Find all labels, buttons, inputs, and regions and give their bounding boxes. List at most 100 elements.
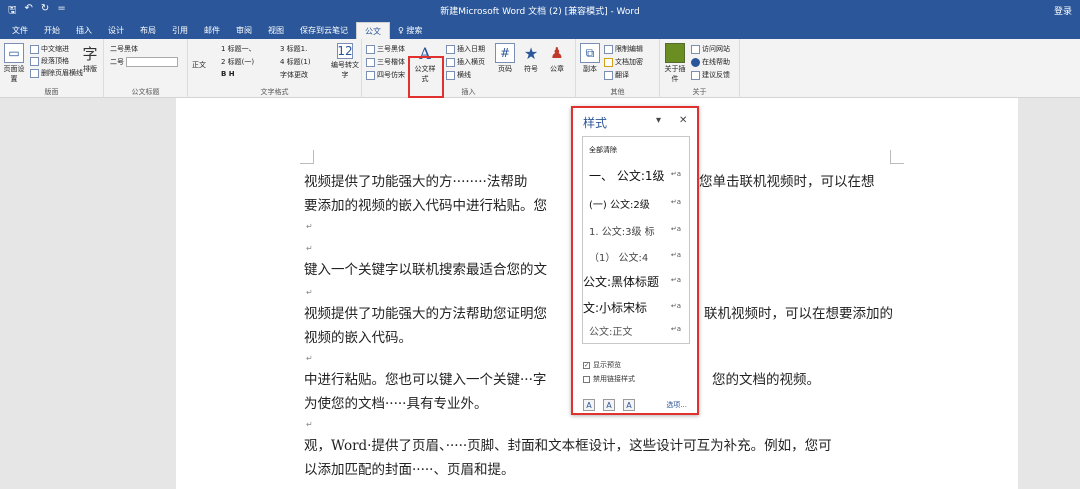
tab-design[interactable]: 设计 <box>100 22 132 39</box>
paragraph-mark: ↵ <box>306 420 313 429</box>
insert-date-button[interactable]: 插入日期 <box>446 44 485 54</box>
style-item-level2[interactable]: (一) 公文:2级 ↵a <box>583 196 689 211</box>
help-icon <box>691 57 700 67</box>
visit-website-button[interactable]: 访问网站 <box>691 44 730 54</box>
margin-corner-right <box>890 150 904 164</box>
tab-references[interactable]: 引用 <box>164 22 196 39</box>
plugin-icon <box>665 43 685 63</box>
page-number-button[interactable]: # 页码 <box>494 43 516 74</box>
heading4-button[interactable]: 4 标题(1) <box>280 57 311 67</box>
doc-line-4-right: 联机视频时，可以在想要添加的 <box>704 306 893 322</box>
translate-icon <box>604 70 613 80</box>
heading3-button[interactable]: 3 标题1. <box>280 44 307 54</box>
style-item-level3[interactable]: 1. 公文:3级 标 ↵a <box>583 223 689 238</box>
login-button[interactable]: 登录 <box>1054 4 1072 17</box>
doc-line-1-right: 您单击联机视频时，可以在想 <box>699 174 875 190</box>
heading1-button[interactable]: 1 标题一、 <box>221 44 256 54</box>
style-list: 全部清除 一、 公文:1级 ↵a (一) 公文:2级 ↵a 1. 公文:3级 标 ↵a… <box>582 136 690 344</box>
encrypt-button[interactable]: 文档加密 <box>604 57 643 67</box>
paragraph-mark: ↵ <box>306 222 313 231</box>
style-inspector-icon[interactable]: A <box>603 399 615 411</box>
styles-pane: 样式 ▾ ✕ 全部清除 一、 公文:1级 ↵a (一) 公文:2级 ↵a 1. 公文… <box>571 106 699 415</box>
group-about: 关于插件 访问网站 在线帮助 建议反馈 关于 <box>660 39 740 98</box>
tab-search[interactable]: ♀ 搜索 <box>390 22 430 39</box>
tab-home[interactable]: 开始 <box>36 22 68 39</box>
style-item-xiaobiaosong-title[interactable]: 文:小标宋标 ↵a <box>583 299 689 316</box>
doc-line-5: 视频的嵌入代码。 <box>304 330 412 346</box>
font-sihao-fangsong-button[interactable]: 四号仿宋 <box>366 70 405 80</box>
lock-icon <box>604 57 613 67</box>
title-bar: 🖫 ↶ ↻ = 新建Microsoft Word 文档 (2) [兼容模式] -… <box>0 0 1080 20</box>
line-icon <box>446 70 455 80</box>
styles-button-highlight <box>408 56 444 98</box>
page-setup-button[interactable]: ▭ 页面设置 <box>3 43 25 84</box>
tab-gongwen[interactable]: 公文 <box>356 22 390 39</box>
font-icon <box>366 44 375 54</box>
paragraph-mark: ↵ <box>306 354 313 363</box>
doc-line-8: 观，Word·提供了页眉、·····页脚、封面和文本框设计，这些设计可互为补充。… <box>304 438 832 454</box>
chinese-indent-button[interactable]: 中文缩进 <box>30 44 69 54</box>
show-preview-checkbox[interactable]: ✓ 显示预览 <box>583 360 621 370</box>
page-setup-icon: ▭ <box>4 43 24 63</box>
paragraph-top-button[interactable]: 段落顶格 <box>30 56 69 66</box>
doc-line-4: 视频提供了功能强大的方法帮助您证明您 <box>304 306 547 322</box>
tab-cloud-notes[interactable]: 保存到云笔记 <box>292 22 356 39</box>
restrict-icon <box>604 44 613 54</box>
new-style-icon[interactable]: A <box>583 399 595 411</box>
checkbox-checked: ✓ <box>583 361 590 369</box>
font-change-button[interactable]: 字体更改 <box>280 70 308 80</box>
insert-landscape-button[interactable]: 插入横页 <box>446 57 485 67</box>
tab-insert[interactable]: 插入 <box>68 22 100 39</box>
heading2-button[interactable]: 2 标题(一) <box>221 57 254 67</box>
font-sanhao-hei-button[interactable]: 三号黑体 <box>366 44 405 54</box>
manage-styles-icon[interactable]: A <box>623 399 635 411</box>
paragraph-icon <box>30 56 39 66</box>
font-sanhao-kai-button[interactable]: 三号楷体 <box>366 57 405 67</box>
style-item-body[interactable]: 公文:正文 ↵a <box>583 323 689 338</box>
paragraph-mark: ↵ <box>306 244 313 253</box>
seal-button[interactable]: ♟ 公章 <box>546 43 568 74</box>
globe-icon <box>691 44 700 54</box>
feedback-button[interactable]: 建议反馈 <box>691 70 730 80</box>
symbol-button[interactable]: ★ 符号 <box>520 43 542 74</box>
document-area: 视频提供了功能强大的方········法帮助 您单击联机视频时，可以在想 要添加… <box>0 98 1080 489</box>
horizontal-line-button[interactable]: 横线 <box>446 70 471 80</box>
copy-button[interactable]: ⧉ 副本 <box>579 43 601 74</box>
star-icon: ★ <box>523 43 539 63</box>
indent-icon <box>30 44 39 54</box>
number-to-text-button[interactable]: 12 编号转文字 <box>331 43 359 80</box>
restrict-edit-button[interactable]: 限制编辑 <box>604 44 643 54</box>
bold-heading-button[interactable]: B H <box>221 70 235 78</box>
clear-all-style[interactable]: 全部清除 <box>589 145 689 155</box>
group-other: ⧉ 副本 限制编辑 文档加密 翻译 其他 <box>576 39 660 98</box>
pane-menu-icon[interactable]: ▾ <box>656 115 661 126</box>
tab-layout[interactable]: 布局 <box>132 22 164 39</box>
close-icon[interactable]: ✕ <box>679 115 687 126</box>
title-font-button[interactable]: 二号黑体 <box>110 44 138 54</box>
tab-view[interactable]: 视图 <box>260 22 292 39</box>
seal-icon: ♟ <box>550 44 564 62</box>
typeset-button[interactable]: 字 排版 <box>79 43 101 74</box>
remove-header-line-button[interactable]: 删除页眉横线 <box>30 68 83 78</box>
doc-line-6-right: 您的文档的视频。 <box>712 372 820 388</box>
group-insert: 三号黑体 三号楷体 四号仿宋 A 公文样式 插入日期 插入横页 横线 # 页码 … <box>362 39 576 98</box>
doc-line-1: 视频提供了功能强大的方········法帮助 <box>304 174 528 190</box>
translate-button[interactable]: 翻译 <box>604 70 629 80</box>
doc-line-9: 以添加匹配的封面·····、页眉和提。 <box>304 462 515 478</box>
tab-review[interactable]: 审阅 <box>228 22 260 39</box>
tab-file[interactable]: 文件 <box>4 22 36 39</box>
style-item-heiti-title[interactable]: 公文:黑体标题 ↵a <box>583 273 689 290</box>
number-icon: 12 <box>337 43 353 59</box>
online-help-button[interactable]: 在线帮助 <box>691 57 730 67</box>
tab-mailings[interactable]: 邮件 <box>196 22 228 39</box>
body-text-button[interactable]: 正文 <box>192 61 206 70</box>
group-text-format: 正文 1 标题一、 2 标题(一) B H 3 标题1. 4 标题(1) 字体更… <box>188 39 362 98</box>
options-link[interactable]: 选项... <box>666 400 687 410</box>
disable-linked-styles-checkbox[interactable]: 禁用链接样式 <box>583 374 635 384</box>
doc-line-7: 为使您的文档·····具有专业外。 <box>304 396 488 412</box>
title-size-combo[interactable] <box>126 57 178 67</box>
copy-icon: ⧉ <box>580 43 600 63</box>
style-item-level1[interactable]: 一、 公文:1级 ↵a <box>583 167 689 184</box>
about-plugin-button[interactable]: 关于插件 <box>663 43 687 84</box>
style-item-level4[interactable]: （1） 公文:4 ↵a <box>583 249 689 264</box>
